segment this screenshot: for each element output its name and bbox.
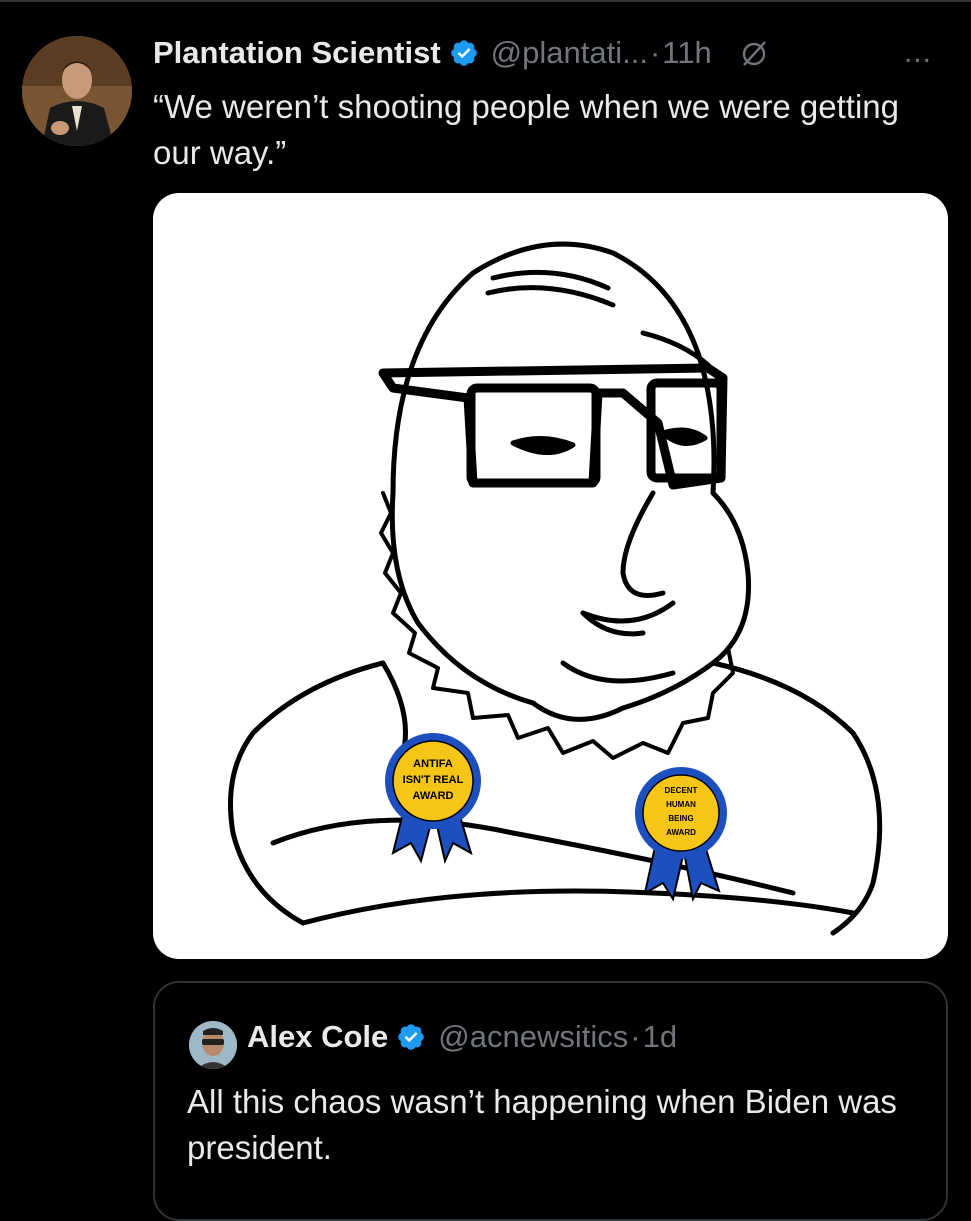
- author-name[interactable]: Plantation Scientist: [153, 35, 441, 71]
- tweet-media-image[interactable]: ANTIFA ISN'T REAL AWARD DECENT HUMAN BEI…: [153, 193, 948, 959]
- svg-text:AWARD: AWARD: [666, 828, 696, 837]
- quoted-separator-dot: ·: [630, 1019, 641, 1054]
- svg-text:ISN'T REAL: ISN'T REAL: [403, 774, 464, 786]
- timestamp[interactable]: 11h: [662, 35, 711, 71]
- quoted-tweet-text: All this chaos wasn’t happening when Bid…: [187, 1083, 897, 1166]
- svg-text:BEING: BEING: [668, 814, 693, 823]
- grok-icon[interactable]: [738, 37, 770, 69]
- svg-text:DECENT: DECENT: [665, 786, 698, 795]
- svg-text:ANTIFA: ANTIFA: [413, 758, 453, 770]
- award-ribbon-right: DECENT HUMAN BEING AWARD: [635, 767, 727, 903]
- meme-illustration: ANTIFA ISN'T REAL AWARD DECENT HUMAN BEI…: [228, 241, 883, 936]
- author-avatar[interactable]: [22, 36, 132, 146]
- quoted-tweet-card[interactable]: Alex Cole @acnewsitics · 1d All this cha…: [153, 981, 948, 1221]
- quoted-tweet-header: Alex Cole @acnewsitics · 1d: [247, 1019, 677, 1055]
- verified-badge-icon: [450, 40, 477, 66]
- quoted-author-name[interactable]: Alex Cole: [247, 1019, 388, 1055]
- tweet-header: Plantation Scientist @plantati... · 11h: [153, 28, 770, 78]
- award-ribbon-left: ANTIFA ISN'T REAL AWARD: [385, 733, 481, 865]
- author-handle[interactable]: @plantati...: [491, 35, 648, 71]
- top-divider: [0, 0, 971, 2]
- quoted-timestamp[interactable]: 1d: [643, 1019, 677, 1055]
- quoted-author-avatar[interactable]: [189, 1021, 237, 1069]
- more-options-icon[interactable]: ...: [904, 36, 932, 70]
- avatar-image: [22, 36, 132, 146]
- quoted-verified-badge-icon: [398, 1024, 425, 1050]
- quoted-author-handle[interactable]: @acnewsitics: [438, 1019, 628, 1055]
- tweet-text: “We weren’t shooting people when we were…: [153, 88, 899, 171]
- svg-text:AWARD: AWARD: [413, 790, 454, 802]
- quoted-avatar-image: [189, 1021, 237, 1069]
- svg-text:HUMAN: HUMAN: [666, 800, 696, 809]
- separator-dot: ·: [649, 35, 661, 70]
